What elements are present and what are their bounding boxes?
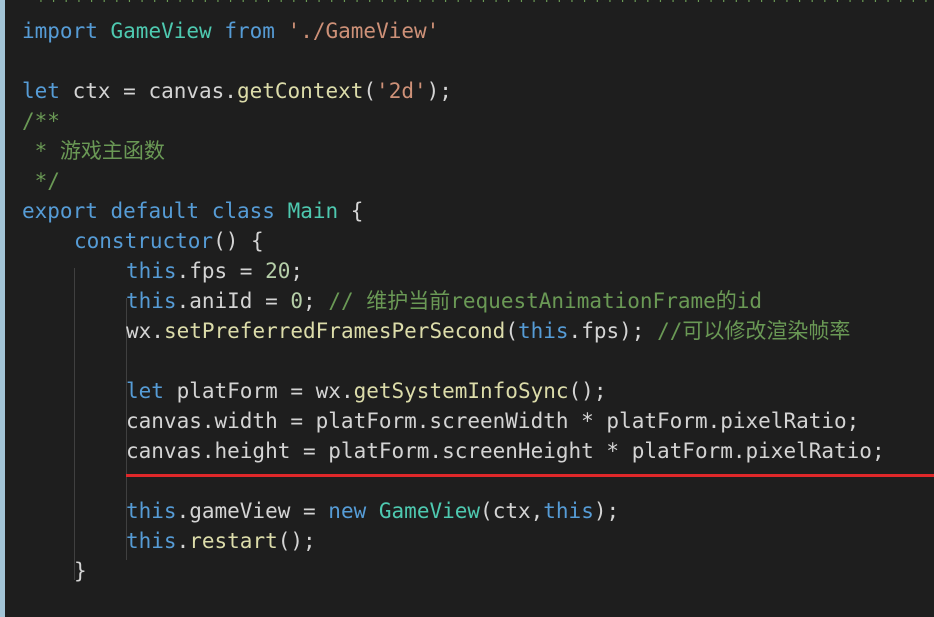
code-token: import — [22, 19, 98, 43]
code-token: this — [543, 499, 594, 523]
code-content[interactable]: ****************************************… — [22, 0, 934, 586]
code-token: canvas.width = platForm.screenWidth * pl… — [126, 409, 860, 433]
code-token: Main — [287, 199, 339, 223]
code-line[interactable]: this.aniId = 0; // 维护当前requestAnimationF… — [22, 286, 934, 316]
code-line[interactable]: this.restart(); — [22, 526, 934, 556]
code-line[interactable]: export default class Main { — [22, 196, 934, 226]
code-line[interactable]: canvas.width = platForm.screenWidth * pl… — [22, 406, 934, 436]
code-token: constructor — [74, 229, 214, 253]
code-token: export — [22, 199, 98, 223]
code-token: 20 — [265, 259, 291, 283]
code-line[interactable]: this.fps = 20; — [22, 256, 934, 286]
code-token: .gameView = — [176, 499, 329, 523]
code-line[interactable]: /** — [22, 106, 934, 136]
code-token: 0 — [290, 289, 304, 313]
code-line[interactable] — [22, 346, 934, 376]
code-token: ctx = canvas. — [59, 79, 237, 103]
code-token: /** — [22, 109, 60, 133]
code-token: restart — [189, 529, 278, 553]
code-token: .aniId = — [176, 289, 291, 313]
code-token: this — [126, 529, 177, 553]
code-line[interactable]: * 游戏主函数 — [22, 136, 934, 166]
code-token: ( — [363, 79, 377, 103]
code-token: './GameView' — [287, 19, 440, 43]
code-token: '2d' — [376, 79, 427, 103]
code-line[interactable]: */ — [22, 166, 934, 196]
code-token: GameView — [378, 499, 481, 523]
code-token: getContext — [236, 79, 364, 103]
code-token: (); — [277, 529, 316, 553]
code-token: canvas.height = platForm.screenHeight * … — [126, 439, 885, 463]
code-token: () { — [213, 229, 264, 253]
code-token: let — [22, 79, 60, 103]
code-line[interactable]: ****************************************… — [22, 0, 934, 16]
code-token: // 维护当前requestAnimationFrame的id — [328, 289, 763, 313]
code-token: this — [126, 259, 177, 283]
code-token: wx. — [126, 319, 164, 343]
code-line[interactable]: import GameView from './GameView' — [22, 16, 934, 46]
code-token: ; — [303, 289, 329, 313]
code-line[interactable]: wx.setPreferredFramesPerSecond(this.fps)… — [22, 316, 934, 346]
code-editor[interactable]: ****************************************… — [0, 0, 934, 617]
code-line[interactable]: canvas.height = platForm.screenHeight * … — [22, 436, 934, 466]
code-line[interactable]: this.gameView = new GameView(ctx,this); — [22, 496, 934, 526]
code-token: (ctx, — [480, 499, 544, 523]
code-token: from — [224, 19, 275, 43]
code-token: this — [126, 499, 177, 523]
code-token: platForm = wx. — [163, 379, 354, 403]
code-token: ( — [505, 319, 518, 343]
code-line[interactable]: let platForm = wx.getSystemInfoSync(); — [22, 376, 934, 406]
code-line[interactable] — [22, 466, 934, 496]
code-token: (); — [568, 379, 607, 403]
code-token: setPreferredFramesPerSecond — [163, 319, 506, 343]
code-token: let — [126, 379, 164, 403]
code-line[interactable]: } — [22, 556, 934, 586]
code-token: */ — [22, 169, 60, 193]
code-token: * 游戏主函数 — [22, 139, 165, 163]
code-token: } — [74, 559, 87, 583]
code-token: class — [211, 199, 275, 223]
red-underline-annotation — [126, 474, 934, 477]
code-token: this — [126, 289, 177, 313]
code-token: { — [338, 199, 364, 223]
code-token: ); — [593, 499, 620, 523]
code-token: ); — [426, 79, 452, 103]
code-token: . — [176, 529, 190, 553]
code-token: ; — [290, 259, 304, 283]
code-token: this — [517, 319, 569, 343]
code-token: ****************************************… — [22, 0, 934, 13]
code-token: .fps); — [568, 319, 658, 343]
code-token: default — [110, 199, 200, 223]
code-token: //可以修改渲染帧率 — [657, 319, 851, 343]
code-token: getSystemInfoSync — [353, 379, 569, 403]
code-line[interactable]: constructor() { — [22, 226, 934, 256]
editor-gutter-stripe — [0, 0, 5, 617]
code-token: new — [328, 499, 367, 523]
code-token: GameView — [110, 19, 212, 43]
code-line[interactable]: let ctx = canvas.getContext('2d'); — [22, 76, 934, 106]
code-token: .fps = — [176, 259, 266, 283]
code-line[interactable] — [22, 46, 934, 76]
